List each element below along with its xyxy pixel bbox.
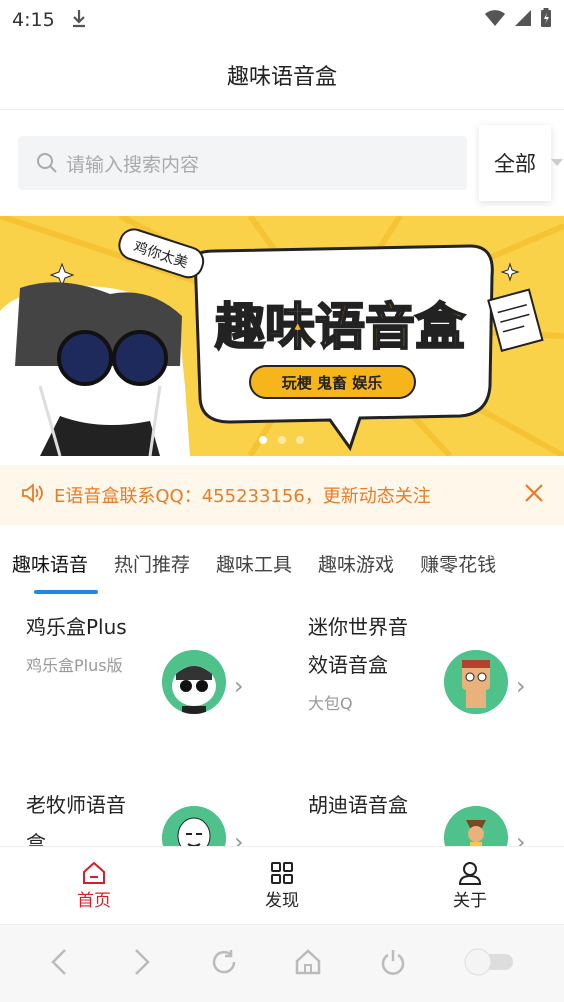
notice-text: E语音盒联系QQ：455233156，更新动态关注 <box>54 486 431 507</box>
status-bar: 4:15 <box>0 0 564 40</box>
home-browser-icon[interactable] <box>293 947 323 981</box>
tab-fun-tools[interactable]: 趣味工具 <box>216 532 292 594</box>
banner-image: 趣味语音盒 玩梗 鬼畜 娱乐 鸡你太美 <box>0 216 564 456</box>
list-item[interactable]: 鸡乐盒Plus 鸡乐盒Plus版 › <box>26 608 308 714</box>
chevron-right-icon: › <box>516 672 526 700</box>
item-avatar <box>444 806 508 846</box>
item-desc: 大包Q <box>308 694 353 713</box>
item-desc: 鸡乐盒Plus版 <box>26 656 123 675</box>
chevron-right-icon: › <box>234 672 244 700</box>
bottom-nav: 首页 发现 关于 <box>0 846 564 924</box>
forward-icon[interactable] <box>128 947 154 981</box>
app-bar: 趣味语音盒 <box>0 40 564 110</box>
item-name: 迷你世界音效语音盒 <box>308 615 408 677</box>
refresh-icon[interactable] <box>209 947 239 981</box>
banner-carousel[interactable]: 趣味语音盒 玩梗 鬼畜 娱乐 鸡你太美 <box>0 216 564 456</box>
download-icon <box>71 8 87 33</box>
user-icon <box>458 862 482 885</box>
search-placeholder: 请输入搜索内容 <box>66 153 200 176</box>
search-icon <box>37 153 57 173</box>
item-name: 老牧师语音盒 <box>26 793 126 846</box>
grid-icon <box>271 862 293 884</box>
nav-home[interactable]: 首页 <box>0 847 188 924</box>
nav-about[interactable]: 关于 <box>376 847 564 924</box>
chevron-right-icon: › <box>234 828 244 846</box>
page-title: 趣味语音盒 <box>226 64 337 90</box>
wifi-icon <box>484 9 506 32</box>
list-item[interactable]: 胡迪语音盒 › <box>308 786 564 846</box>
item-name: 鸡乐盒Plus <box>26 615 127 639</box>
signal-icon <box>514 9 532 32</box>
tab-hot-recommend[interactable]: 热门推荐 <box>114 532 190 594</box>
item-avatar <box>162 806 226 846</box>
item-name: 胡迪语音盒 <box>308 793 408 817</box>
search-input[interactable]: 请输入搜索内容 <box>18 136 467 190</box>
status-time: 4:15 <box>12 9 55 31</box>
category-filter-dropdown[interactable]: 全部 <box>479 125 563 201</box>
list-item[interactable]: 老牧师语音盒 › <box>26 786 308 846</box>
chevron-right-icon: › <box>516 828 526 846</box>
banner-title: 趣味语音盒 <box>215 298 466 356</box>
tab-fun-games[interactable]: 趣味游戏 <box>318 532 394 594</box>
home-icon <box>83 861 105 884</box>
category-tabs: 趣味语音 热门推荐 趣味工具 趣味游戏 赚零花钱 <box>0 532 564 594</box>
notice-bar: E语音盒联系QQ：455233156，更新动态关注 <box>0 465 564 525</box>
list-item[interactable]: 迷你世界音效语音盒 大包Q › <box>308 608 564 718</box>
speaker-icon <box>20 482 44 509</box>
nav-discover[interactable]: 发现 <box>188 847 376 924</box>
nav-discover-label: 发现 <box>265 891 299 911</box>
caret-down-icon <box>551 159 563 166</box>
back-icon[interactable] <box>47 947 73 981</box>
banner-tags: 玩梗 鬼畜 娱乐 <box>282 374 382 392</box>
battery-icon <box>540 7 552 33</box>
close-icon[interactable] <box>524 483 544 508</box>
browser-toolbar <box>0 924 564 1002</box>
search-row: 请输入搜索内容 全部 <box>0 125 564 201</box>
item-avatar <box>444 650 508 714</box>
power-icon[interactable] <box>378 947 408 981</box>
voice-box-list: 鸡乐盒Plus 鸡乐盒Plus版 › 迷你世界音效语音盒 大包Q › 老牧师语音… <box>0 600 564 846</box>
filter-label: 全部 <box>494 152 536 176</box>
nav-about-label: 关于 <box>453 891 487 911</box>
nav-home-label: 首页 <box>77 891 111 911</box>
tab-fun-voice[interactable]: 趣味语音 <box>12 532 99 594</box>
toggle-switch[interactable] <box>463 947 517 981</box>
item-avatar <box>162 650 226 714</box>
tab-earn-money[interactable]: 赚零花钱 <box>420 532 496 594</box>
